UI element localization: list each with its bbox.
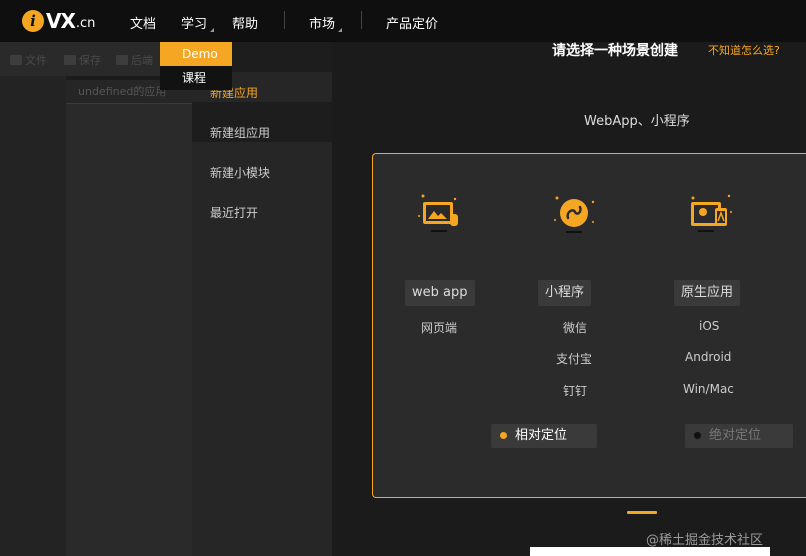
- logo-domain: .cn: [75, 16, 96, 31]
- sidebar-item-recent[interactable]: 最近打开: [210, 204, 258, 221]
- radio-selected-icon: [500, 432, 507, 439]
- relative-position-option[interactable]: 相对定位: [491, 424, 597, 448]
- editor-left-panel: [0, 76, 66, 556]
- logo-mark: i: [22, 10, 44, 32]
- sub-dingtalk[interactable]: 钉钉: [563, 382, 587, 399]
- logo[interactable]: i VX .cn: [22, 8, 95, 34]
- nav-divider: [361, 11, 362, 29]
- section-title: WebApp、小程序: [584, 114, 690, 129]
- dropdown-arrow-icon: [210, 28, 215, 32]
- nav-learn[interactable]: 学习: [181, 13, 215, 32]
- toolbar-backend[interactable]: 后端: [116, 52, 153, 68]
- toolbar-save[interactable]: 保存: [64, 52, 101, 68]
- sidebar-item-new-module[interactable]: 新建小模块: [210, 164, 270, 181]
- modal-sidebar: 新建应用 新建组应用 新建小模块 最近打开: [192, 72, 332, 556]
- nav-help[interactable]: 帮助: [232, 13, 258, 32]
- nav-pricing[interactable]: 产品定价: [386, 13, 438, 32]
- footer-panel: [530, 547, 770, 556]
- mini-program-icon: [549, 190, 599, 240]
- sub-wechat[interactable]: 微信: [563, 319, 587, 336]
- nav-docs[interactable]: 文档: [130, 13, 156, 32]
- sub-alipay[interactable]: 支付宝: [556, 350, 592, 367]
- sub-android[interactable]: Android: [685, 350, 731, 364]
- watermark: @稀土掘金技术社区: [646, 533, 764, 548]
- toolbar-file[interactable]: 文件: [10, 52, 47, 68]
- save-icon: [64, 55, 76, 65]
- native-app-tag[interactable]: 原生应用: [674, 280, 741, 306]
- folder-icon: [10, 55, 22, 65]
- nav-divider: [284, 11, 285, 29]
- sub-web[interactable]: 网页端: [421, 319, 457, 336]
- native-app-icon: [685, 190, 735, 240]
- help-link[interactable]: 不知道怎么选?: [708, 42, 780, 58]
- learn-dropdown: Demo 课程: [160, 42, 232, 90]
- web-app-tag[interactable]: web app: [405, 280, 475, 306]
- mini-program-tag[interactable]: 小程序: [538, 280, 592, 306]
- scene-card[interactable]: web app 网页端 小程序 微信 支付宝 钉钉 原生应用 iOS Andro…: [372, 153, 806, 498]
- sub-ios[interactable]: iOS: [699, 319, 719, 333]
- monitor-icon: [413, 190, 463, 240]
- sub-winmac[interactable]: Win/Mac: [683, 382, 734, 396]
- sidebar-item-new-group-app[interactable]: 新建组应用: [210, 124, 270, 141]
- nav-market[interactable]: 市场: [309, 13, 343, 32]
- page-indicator[interactable]: [627, 511, 657, 514]
- dropdown-arrow-icon: [338, 28, 343, 32]
- top-nav: i VX .cn 文档 学习 帮助 市场 产品定价: [0, 0, 806, 42]
- grid-icon: [116, 55, 128, 65]
- editor-canvas: [66, 104, 192, 556]
- modal-title: 请选择一种场景创建: [552, 43, 678, 59]
- dropdown-item-course[interactable]: 课程: [160, 66, 232, 90]
- radio-unselected-icon: [694, 432, 701, 439]
- dropdown-item-demo[interactable]: Demo: [160, 42, 232, 66]
- absolute-position-option[interactable]: 绝对定位: [685, 424, 793, 448]
- logo-text: VX: [46, 9, 76, 33]
